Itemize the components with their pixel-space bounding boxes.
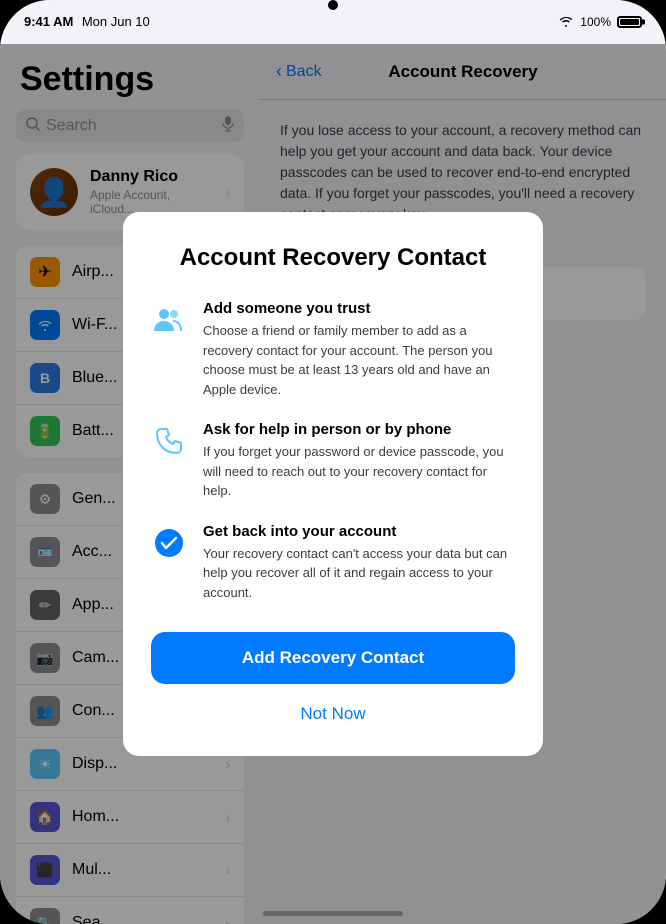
access-heading: Get back into your account xyxy=(203,523,515,540)
status-bar: 9:41 AM Mon Jun 10 100% xyxy=(0,0,666,44)
wifi-icon xyxy=(558,15,574,30)
battery-icon xyxy=(617,16,642,28)
phone-icon xyxy=(151,423,187,459)
trust-description: Choose a friend or family member to add … xyxy=(203,321,515,399)
notch xyxy=(328,0,338,10)
help-feature-text: Ask for help in person or by phone If yo… xyxy=(203,421,515,501)
help-heading: Ask for help in person or by phone xyxy=(203,421,515,438)
check-circle-icon xyxy=(151,525,187,561)
device-frame: 9:41 AM Mon Jun 10 100% Settings xyxy=(0,0,666,924)
battery-status: 100% xyxy=(580,15,611,29)
modal-feature-help: Ask for help in person or by phone If yo… xyxy=(151,421,515,501)
not-now-button[interactable]: Not Now xyxy=(151,696,515,732)
access-feature-text: Get back into your account Your recovery… xyxy=(203,523,515,603)
help-description: If you forget your password or device pa… xyxy=(203,442,515,501)
status-time: 9:41 AM Mon Jun 10 xyxy=(24,13,150,31)
trust-feature-text: Add someone you trust Choose a friend or… xyxy=(203,300,515,399)
modal-dialog: Account Recovery Contact Add someone you… xyxy=(123,212,543,757)
modal-title: Account Recovery Contact xyxy=(151,244,515,273)
modal-overlay: Account Recovery Contact Add someone you… xyxy=(0,44,666,924)
main-content: Settings Search 👤 Danny Rico Apple Acco xyxy=(0,44,666,924)
modal-feature-access: Get back into your account Your recovery… xyxy=(151,523,515,603)
modal-feature-trust: Add someone you trust Choose a friend or… xyxy=(151,300,515,399)
people-icon xyxy=(151,302,187,338)
access-description: Your recovery contact can't access your … xyxy=(203,544,515,603)
add-recovery-contact-button[interactable]: Add Recovery Contact xyxy=(151,632,515,684)
trust-heading: Add someone you trust xyxy=(203,300,515,317)
status-icons: 100% xyxy=(558,15,642,30)
